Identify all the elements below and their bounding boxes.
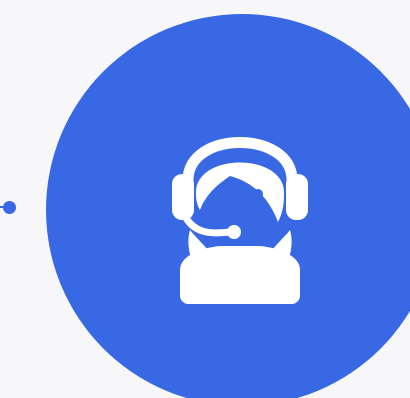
support-graphic bbox=[0, 0, 410, 398]
customer-support-agent-icon bbox=[160, 110, 320, 310]
connector-dot bbox=[3, 201, 16, 214]
